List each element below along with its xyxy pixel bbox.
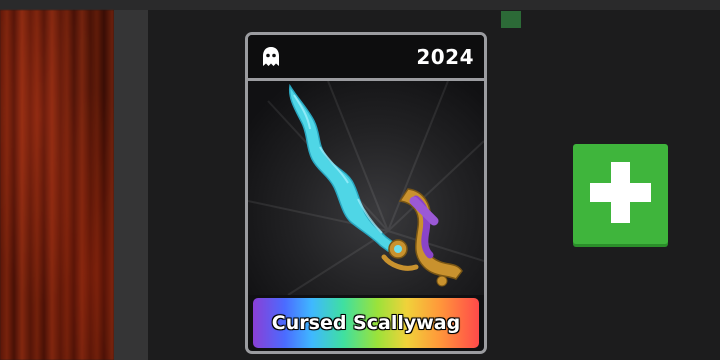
- top-bar: [0, 0, 720, 10]
- card-header: 2024: [248, 35, 484, 81]
- item-name: Cursed Scallywag: [271, 312, 461, 334]
- background-panel: [0, 10, 114, 360]
- sword-hilt: [398, 188, 463, 280]
- add-item-button[interactable]: [573, 144, 668, 244]
- release-year: 2024: [416, 45, 474, 69]
- item-artwork: [248, 81, 484, 295]
- item-card[interactable]: 2024 Cursed Scallywag: [245, 32, 487, 354]
- status-indicator: [501, 11, 521, 28]
- item-name-plate: Cursed Scallywag: [253, 298, 479, 348]
- ghost-icon: [258, 44, 284, 70]
- sword-blade: [288, 83, 396, 253]
- panel-divider: [114, 10, 148, 360]
- sword-image: [248, 81, 484, 295]
